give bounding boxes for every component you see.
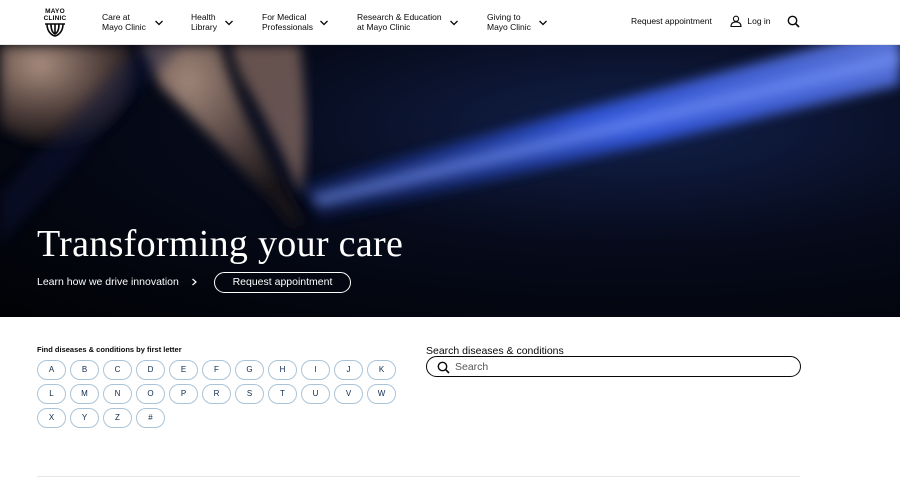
letter-button-x[interactable]: X xyxy=(37,408,66,428)
letter-button-hash[interactable]: # xyxy=(136,408,165,428)
learn-innovation-label: Learn how we drive innovation xyxy=(37,276,179,288)
nav-health-library[interactable]: Health Library xyxy=(191,12,233,32)
section-divider xyxy=(37,476,800,477)
nav-research-education[interactable]: Research & Education at Mayo Clinic xyxy=(357,12,458,32)
header-search-button[interactable] xyxy=(787,15,800,30)
letter-button-n[interactable]: N xyxy=(103,384,132,404)
chevron-down-icon xyxy=(539,20,547,26)
nav-label-line2: Professionals xyxy=(262,22,314,32)
search-icon xyxy=(787,15,800,28)
login-label: Log in xyxy=(747,16,771,26)
nav-label-line1: Research & Education xyxy=(357,12,442,22)
letter-button-d[interactable]: D xyxy=(136,360,165,380)
az-heading: Find diseases & conditions by first lett… xyxy=(37,345,182,354)
letter-button-w[interactable]: W xyxy=(367,384,396,404)
letter-button-j[interactable]: J xyxy=(334,360,363,380)
letter-button-i[interactable]: I xyxy=(301,360,330,380)
letter-button-o[interactable]: O xyxy=(136,384,165,404)
chevron-down-icon xyxy=(225,20,233,26)
letter-button-f[interactable]: F xyxy=(202,360,231,380)
nav-label-line1: Health xyxy=(191,12,216,22)
hero-request-appointment-button[interactable]: Request appointment xyxy=(214,272,351,293)
nav-label-line2: Mayo Clinic xyxy=(102,22,146,32)
nav-label-line2: at Mayo Clinic xyxy=(357,22,411,32)
request-appointment-link[interactable]: Request appointment xyxy=(631,16,712,26)
letter-button-b[interactable]: B xyxy=(70,360,99,380)
chevron-down-icon xyxy=(320,20,328,26)
search-diseases-box[interactable] xyxy=(426,356,801,377)
nav-giving-to-mayo-clinic[interactable]: Giving to Mayo Clinic xyxy=(487,12,547,32)
nav-label-line1: Giving to xyxy=(487,12,521,22)
letter-button-y[interactable]: Y xyxy=(70,408,99,428)
hero-banner: Transforming your care Learn how we driv… xyxy=(0,45,900,317)
letter-button-e[interactable]: E xyxy=(169,360,198,380)
letter-button-m[interactable]: M xyxy=(70,384,99,404)
chevron-down-icon xyxy=(155,20,163,26)
letter-button-z[interactable]: Z xyxy=(103,408,132,428)
nav-label-line1: Care at xyxy=(102,12,130,22)
letter-button-k[interactable]: K xyxy=(367,360,396,380)
site-header: MAYO CLINIC Care at Mayo Clinic Health Lib… xyxy=(0,0,900,45)
letter-button-u[interactable]: U xyxy=(301,384,330,404)
letter-button-c[interactable]: C xyxy=(103,360,132,380)
chevron-down-icon xyxy=(450,20,458,26)
nav-label-line2: Mayo Clinic xyxy=(487,22,531,32)
letter-button-l[interactable]: L xyxy=(37,384,66,404)
nav-label-line1: For Medical xyxy=(262,12,307,22)
nav-label-line2: Library xyxy=(191,22,217,32)
chevron-right-icon xyxy=(191,278,197,286)
letter-button-h[interactable]: H xyxy=(268,360,297,380)
letter-button-p[interactable]: P xyxy=(169,384,198,404)
letter-button-v[interactable]: V xyxy=(334,384,363,404)
letter-button-s[interactable]: S xyxy=(235,384,264,404)
mayo-shield-icon xyxy=(45,23,65,37)
hero-title: Transforming your care xyxy=(37,223,404,265)
mayo-clinic-logo[interactable]: MAYO CLINIC xyxy=(40,8,70,37)
search-icon xyxy=(437,361,450,374)
search-diseases-input[interactable] xyxy=(455,359,785,374)
logo-text-line2: CLINIC xyxy=(43,14,67,22)
nav-care-at-mayo-clinic[interactable]: Care at Mayo Clinic xyxy=(102,12,163,32)
letter-button-t[interactable]: T xyxy=(268,384,297,404)
user-icon xyxy=(730,15,742,28)
letter-button-a[interactable]: A xyxy=(37,360,66,380)
learn-innovation-link[interactable]: Learn how we drive innovation xyxy=(37,276,198,288)
letter-button-g[interactable]: G xyxy=(235,360,264,380)
login-link[interactable]: Log in xyxy=(730,15,771,28)
letter-button-r[interactable]: R xyxy=(202,384,231,404)
nav-for-medical-professionals[interactable]: For Medical Professionals xyxy=(262,12,328,32)
